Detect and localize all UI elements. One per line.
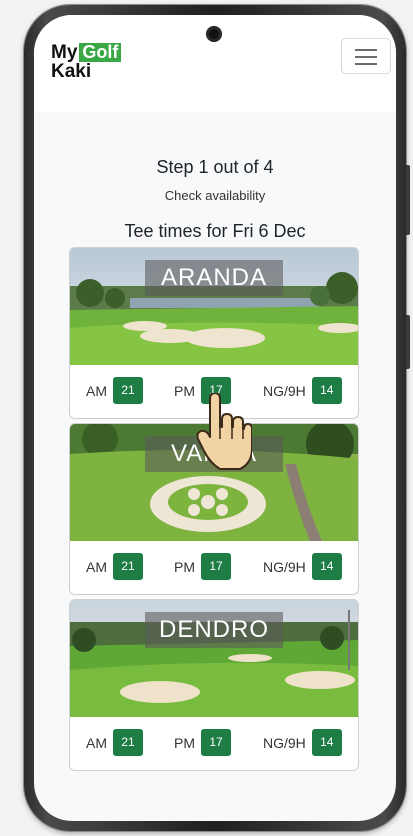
am-label: AM	[86, 734, 107, 751]
slot-row: AM 21 PM 17 NG/9H 14	[70, 541, 358, 594]
navbar: My Golf Kaki	[34, 15, 396, 112]
ng-label: NG/9H	[263, 382, 306, 399]
am-slot[interactable]: AM 21	[86, 729, 143, 756]
pm-count-badge[interactable]: 17	[201, 553, 231, 580]
tee-times-title: Tee times for Fri 6 Dec	[124, 221, 306, 241]
phone-screen: My Golf Kaki Step 1 out of 4 Check avail…	[34, 15, 396, 821]
ng-slot[interactable]: NG/9H 14	[263, 553, 342, 580]
phone-frame: My Golf Kaki Step 1 out of 4 Check avail…	[24, 5, 410, 831]
course-name: DENDRO	[145, 612, 283, 648]
mygolfkaki-logo[interactable]: My Golf Kaki	[51, 42, 122, 82]
ng-label: NG/9H	[263, 558, 306, 575]
logo-golf: Golf	[79, 43, 122, 62]
hamburger-icon-bar	[355, 56, 377, 58]
pointing-hand-icon	[196, 393, 252, 470]
pm-label: PM	[174, 558, 195, 575]
am-slot[interactable]: AM 21	[86, 377, 143, 404]
logo-kaki: Kaki	[51, 61, 92, 82]
ng-label: NG/9H	[263, 734, 306, 751]
ng-count-badge[interactable]: 14	[311, 377, 342, 404]
step-subtitle: Check availability	[164, 188, 266, 203]
hamburger-icon	[355, 49, 377, 51]
front-camera-icon	[206, 26, 222, 42]
hamburger-icon-bar	[355, 63, 377, 65]
volume-button	[406, 165, 410, 235]
pm-count-badge[interactable]: 17	[201, 729, 231, 756]
course-card-dendro[interactable]: DENDRO AM 21 PM 17 NG/9H 14	[69, 599, 359, 771]
ng-slot[interactable]: NG/9H 14	[263, 729, 342, 756]
pm-label: PM	[174, 734, 195, 751]
course-name: ARANDA	[145, 260, 283, 296]
am-slot[interactable]: AM 21	[86, 553, 143, 580]
pm-slot[interactable]: PM 17	[174, 729, 231, 756]
am-label: AM	[86, 382, 107, 399]
am-label: AM	[86, 558, 107, 575]
pm-slot[interactable]: PM 17	[174, 553, 231, 580]
power-button	[406, 315, 410, 369]
slot-row: AM 21 PM 17 NG/9H 14	[70, 717, 358, 770]
menu-toggle-button[interactable]	[341, 38, 391, 74]
am-count-badge[interactable]: 21	[113, 377, 143, 404]
ng-slot[interactable]: NG/9H 14	[263, 377, 342, 404]
am-count-badge[interactable]: 21	[113, 553, 143, 580]
step-title: Step 1 out of 4	[156, 157, 274, 177]
pm-label: PM	[174, 382, 195, 399]
logo-my: My	[51, 42, 78, 63]
ng-count-badge[interactable]: 14	[311, 729, 342, 756]
am-count-badge[interactable]: 21	[113, 729, 143, 756]
ng-count-badge[interactable]: 14	[311, 553, 342, 580]
